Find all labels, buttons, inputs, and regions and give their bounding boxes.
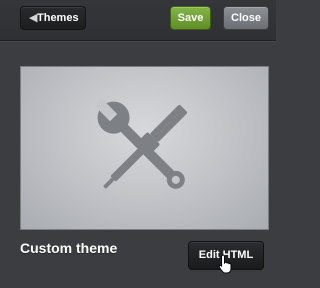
theme-preview[interactable] xyxy=(20,66,269,230)
themes-back-button[interactable]: ◀ Themes xyxy=(20,6,86,30)
close-button[interactable]: Close xyxy=(223,6,269,30)
chevron-left-icon: ◀ xyxy=(29,12,38,24)
tools-icon xyxy=(94,98,188,189)
top-toolbar: ◀ Themes Save Close xyxy=(0,0,276,41)
hand-pointer-icon xyxy=(218,254,232,274)
themes-back-label: Themes xyxy=(37,12,79,24)
save-button[interactable]: Save xyxy=(170,6,211,30)
theme-name: Custom theme xyxy=(20,240,118,256)
